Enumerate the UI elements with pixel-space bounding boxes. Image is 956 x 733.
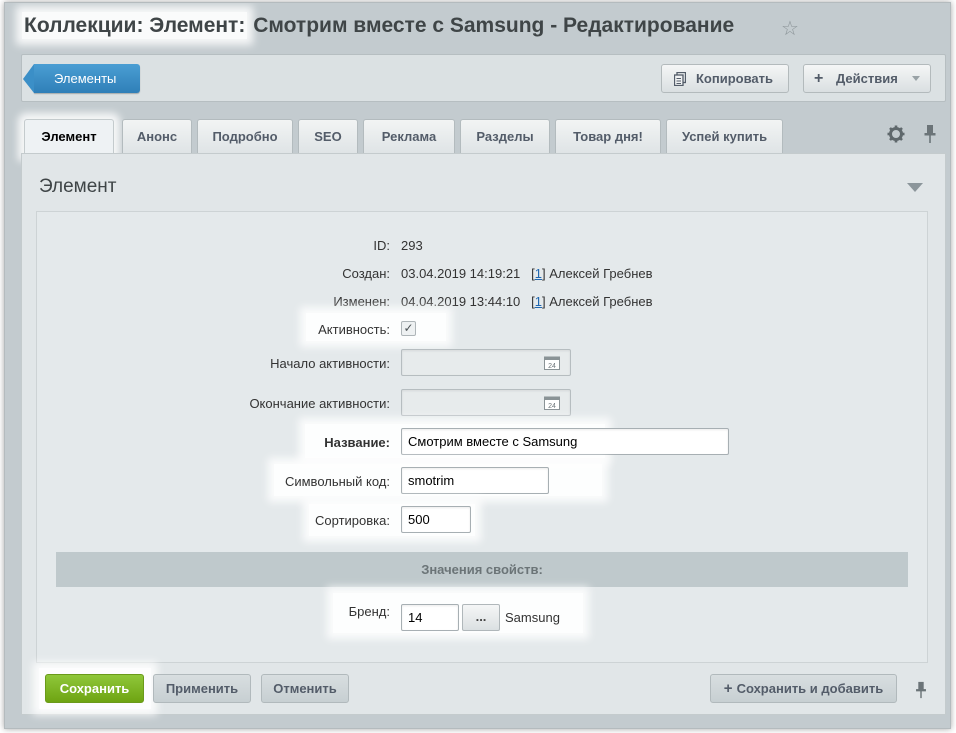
cancel-button[interactable]: Отменить xyxy=(261,674,349,703)
id-label: ID: xyxy=(373,238,390,253)
tab-seo[interactable]: SEO xyxy=(298,119,358,153)
name-input[interactable]: Смотрим вместе с Samsung xyxy=(401,428,729,455)
element-panel: Элемент ID: 293 Создан: 03.04.2019 14:19… xyxy=(21,153,946,715)
copy-icon xyxy=(674,72,686,86)
copy-button[interactable]: Копировать xyxy=(661,64,789,93)
pin-icon[interactable] xyxy=(914,681,928,699)
modified-date: 04.04.2019 13:44:10 xyxy=(401,294,521,309)
active-checkbox[interactable]: ✓ xyxy=(401,321,416,336)
svg-text:24: 24 xyxy=(548,363,556,370)
save-and-add-button[interactable]: + Сохранить и добавить xyxy=(710,674,897,703)
name-label: Название: xyxy=(324,435,390,450)
svg-text:24: 24 xyxy=(548,403,556,410)
plus-icon: + xyxy=(723,680,733,697)
calendar-icon[interactable]: 24 xyxy=(544,355,560,370)
id-value: 293 xyxy=(401,238,423,253)
back-to-elements-button[interactable]: Элементы xyxy=(23,64,140,93)
modified-label: Изменен: xyxy=(333,294,390,309)
created-info: 03.04.2019 14:19:21 [1] Алексей Гребнев xyxy=(401,266,653,281)
page-title-rest: Смотрим вместе с Samsung - Редактировани… xyxy=(253,14,735,37)
tab-ads[interactable]: Реклама xyxy=(363,119,455,153)
tab-deal-of-day[interactable]: Товар дня! xyxy=(555,119,661,153)
brand-select-button[interactable]: ... xyxy=(462,604,500,631)
toolbar: Элементы Копировать + Действия xyxy=(21,54,946,102)
actions-label: Действия xyxy=(836,71,898,86)
modified-by: Алексей Гребнев xyxy=(549,294,653,309)
checkmark-icon: ✓ xyxy=(403,321,414,335)
modified-info: 04.04.2019 13:44:10 [1] Алексей Гребнев xyxy=(401,294,653,309)
created-user-link[interactable]: 1 xyxy=(535,266,542,281)
panel-title: Элемент xyxy=(39,176,117,197)
created-by: Алексей Гребнев xyxy=(549,266,653,281)
dropdown-arrow-icon xyxy=(912,76,920,81)
gear-icon[interactable] xyxy=(887,125,905,143)
star-icon[interactable]: ☆ xyxy=(781,16,799,41)
code-input[interactable]: smotrim xyxy=(401,467,549,494)
tab-hurry-buy[interactable]: Успей купить xyxy=(666,119,783,153)
page-title-highlighted: Коллекции: Элемент: xyxy=(22,12,248,39)
code-label: Символьный код: xyxy=(284,474,390,489)
active-from-label: Начало активности: xyxy=(270,356,390,371)
tab-details[interactable]: Подробно xyxy=(197,119,293,153)
apply-button[interactable]: Применить xyxy=(153,674,251,703)
sort-label: Сортировка: xyxy=(315,513,390,528)
brand-label: Бренд: xyxy=(348,604,390,619)
modified-user-link[interactable]: 1 xyxy=(535,294,542,309)
plus-icon: + xyxy=(814,70,824,87)
page-title: Коллекции: Элемент: Смотрим вместе с Sam… xyxy=(22,12,735,39)
copy-label: Копировать xyxy=(696,71,774,86)
sort-input[interactable]: 500 xyxy=(401,506,471,533)
save-and-add-label: Сохранить и добавить xyxy=(736,681,884,696)
tab-sections[interactable]: Разделы xyxy=(460,119,550,153)
brand-id-input[interactable]: 14 xyxy=(401,604,459,631)
brand-name: Samsung xyxy=(505,610,560,625)
created-label: Создан: xyxy=(342,266,390,281)
properties-header: Значения свойств: xyxy=(56,552,908,587)
pin-icon[interactable] xyxy=(923,124,937,144)
actions-button[interactable]: + Действия xyxy=(803,64,931,93)
tab-announce[interactable]: Анонс xyxy=(122,119,192,153)
editor-window: Коллекции: Элемент: Смотрим вместе с Sam… xyxy=(4,2,951,729)
created-date: 03.04.2019 14:19:21 xyxy=(401,266,521,281)
calendar-icon[interactable]: 24 xyxy=(544,395,560,410)
collapse-arrow-icon[interactable] xyxy=(907,183,923,192)
tab-element[interactable]: Элемент xyxy=(24,119,114,155)
active-to-label: Окончание активности: xyxy=(249,396,390,411)
save-button[interactable]: Сохранить xyxy=(45,674,144,703)
active-label: Активность: xyxy=(318,322,390,337)
element-form: ID: 293 Создан: 03.04.2019 14:19:21 [1] … xyxy=(36,211,928,663)
